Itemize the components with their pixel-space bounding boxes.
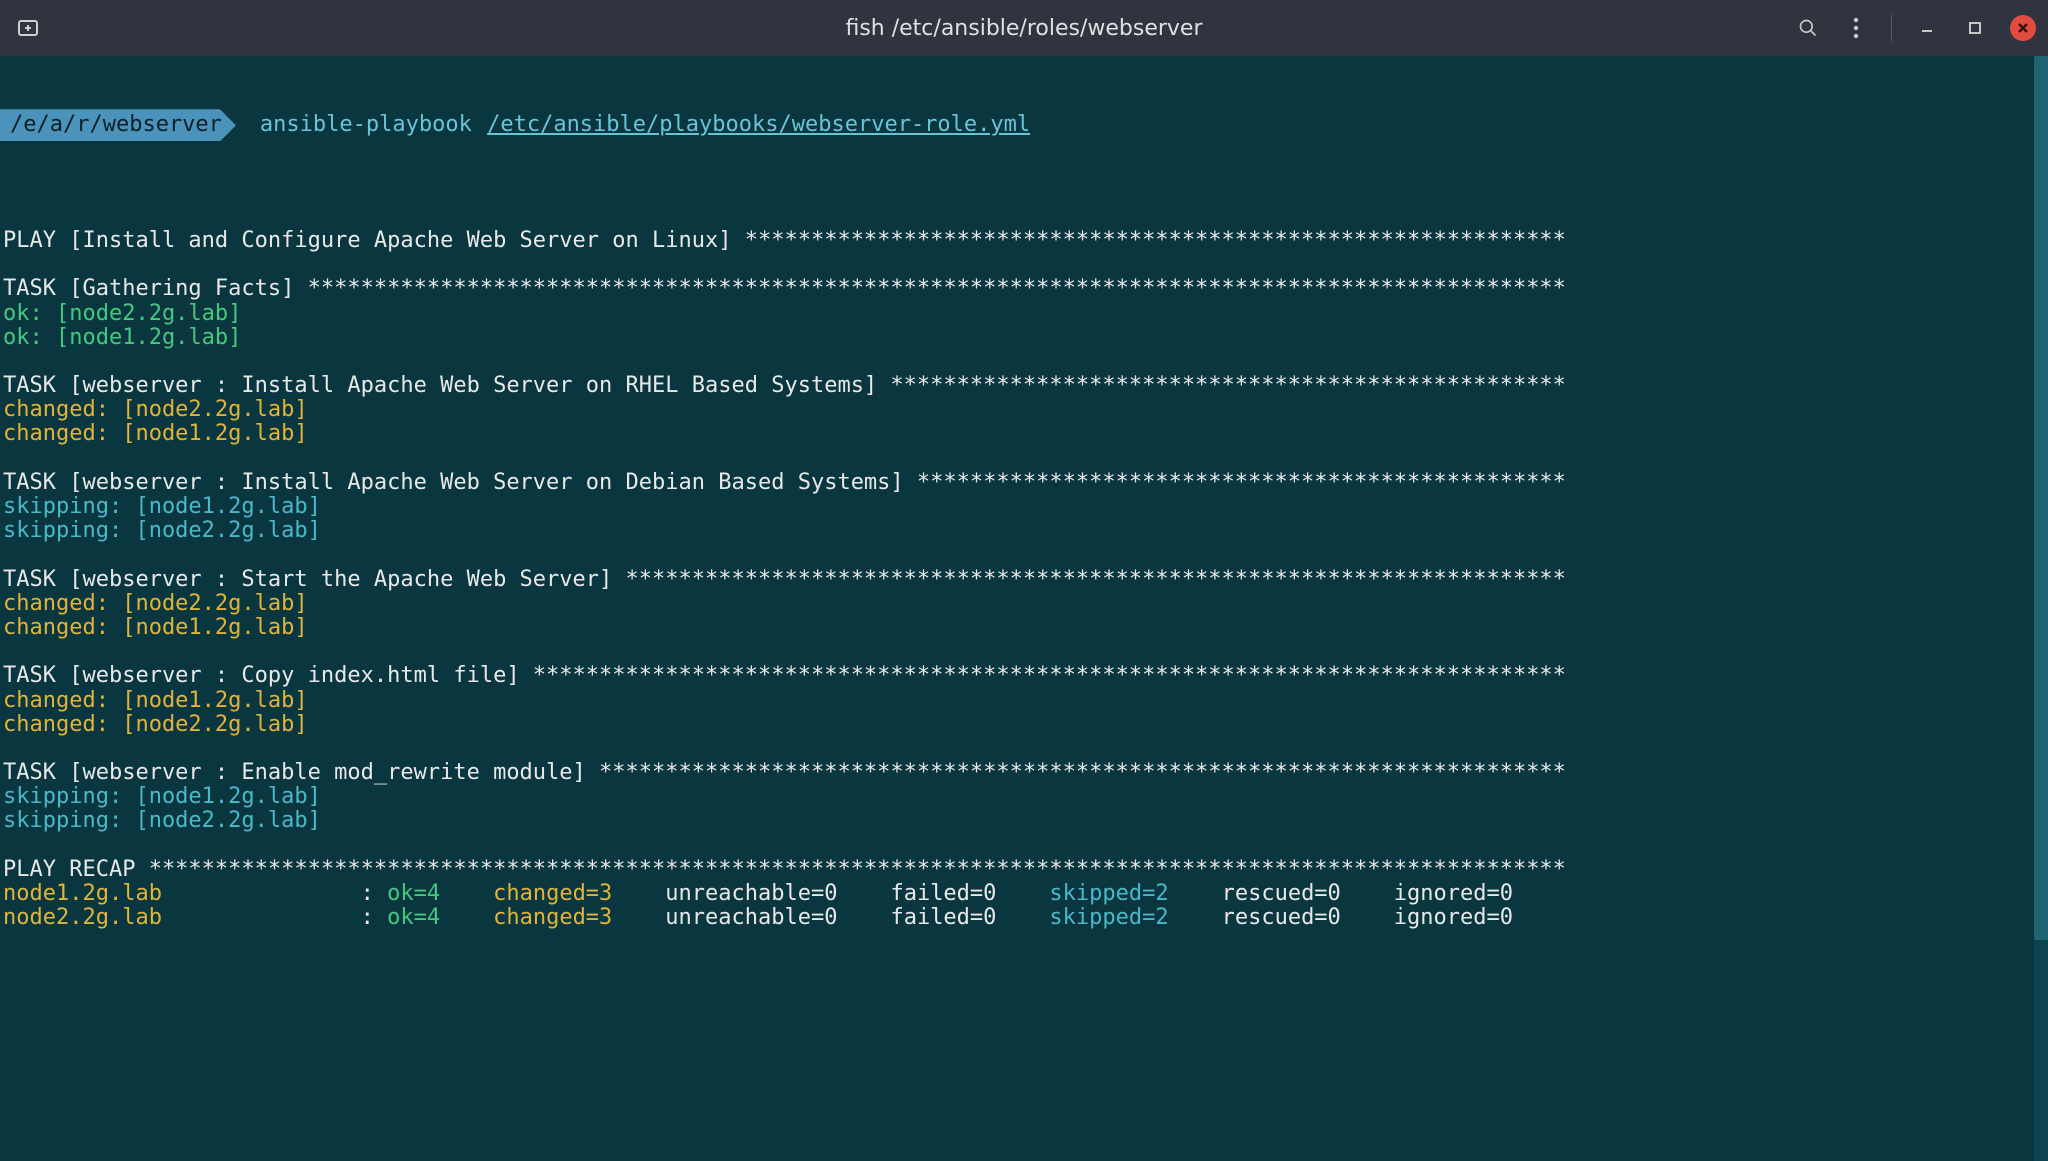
divider <box>1891 15 1892 41</box>
maximize-button[interactable] <box>1962 15 1988 41</box>
task-result: ok: [node1.2g.lab] <box>0 326 2048 350</box>
window-title: fish /etc/ansible/roles/webserver <box>845 16 1202 41</box>
minimize-button[interactable] <box>1914 15 1940 41</box>
task-result: skipping: [node2.2g.lab] <box>0 809 2048 833</box>
output-line <box>0 834 2048 858</box>
scrollbar-thumb[interactable] <box>2034 56 2048 940</box>
output-line <box>0 543 2048 567</box>
task-result: skipping: [node1.2g.lab] <box>0 495 2048 519</box>
task-header: TASK [Gathering Facts] *****************… <box>0 277 2048 301</box>
task-result: changed: [node2.2g.lab] <box>0 713 2048 737</box>
output-line <box>0 205 2048 229</box>
output-line <box>0 253 2048 277</box>
search-icon[interactable] <box>1795 15 1821 41</box>
prompt-cwd: /e/a/r/webserver <box>0 109 236 141</box>
task-result: ok: [node2.2g.lab] <box>0 302 2048 326</box>
window-controls <box>1795 15 2036 41</box>
output-line <box>0 737 2048 761</box>
command-binary: ansible-playbook <box>260 113 472 137</box>
output-line <box>0 447 2048 471</box>
recap-row: node1.2g.lab : ok=4 changed=3 unreachabl… <box>0 882 2048 906</box>
menu-icon[interactable] <box>1843 15 1869 41</box>
recap-row: node2.2g.lab : ok=4 changed=3 unreachabl… <box>0 906 2048 930</box>
task-result: changed: [node2.2g.lab] <box>0 592 2048 616</box>
output-line <box>0 640 2048 664</box>
task-header: TASK [webserver : Copy index.html file] … <box>0 664 2048 688</box>
task-result: changed: [node2.2g.lab] <box>0 398 2048 422</box>
task-header: TASK [webserver : Start the Apache Web S… <box>0 568 2048 592</box>
command-argument: /etc/ansible/playbooks/webserver-role.ym… <box>487 113 1030 137</box>
task-header: TASK [webserver : Install Apache Web Ser… <box>0 374 2048 398</box>
scrollbar[interactable] <box>2034 56 2048 1161</box>
play-header: PLAY [Install and Configure Apache Web S… <box>0 229 2048 253</box>
task-result: skipping: [node1.2g.lab] <box>0 785 2048 809</box>
task-result: changed: [node1.2g.lab] <box>0 689 2048 713</box>
terminal-output[interactable]: /e/a/r/webserver ansible-playbook /etc/a… <box>0 56 2048 955</box>
task-header: TASK [webserver : Install Apache Web Ser… <box>0 471 2048 495</box>
task-result: skipping: [node2.2g.lab] <box>0 519 2048 543</box>
new-tab-icon[interactable] <box>12 12 44 44</box>
task-header: TASK [webserver : Enable mod_rewrite mod… <box>0 761 2048 785</box>
close-button[interactable] <box>2010 15 2036 41</box>
play-recap-header: PLAY RECAP *****************************… <box>0 858 2048 882</box>
titlebar: fish /etc/ansible/roles/webserver <box>0 0 2048 56</box>
prompt-line: /e/a/r/webserver ansible-playbook /etc/a… <box>0 108 2048 142</box>
output-line <box>0 350 2048 374</box>
task-result: changed: [node1.2g.lab] <box>0 422 2048 446</box>
task-result: changed: [node1.2g.lab] <box>0 616 2048 640</box>
